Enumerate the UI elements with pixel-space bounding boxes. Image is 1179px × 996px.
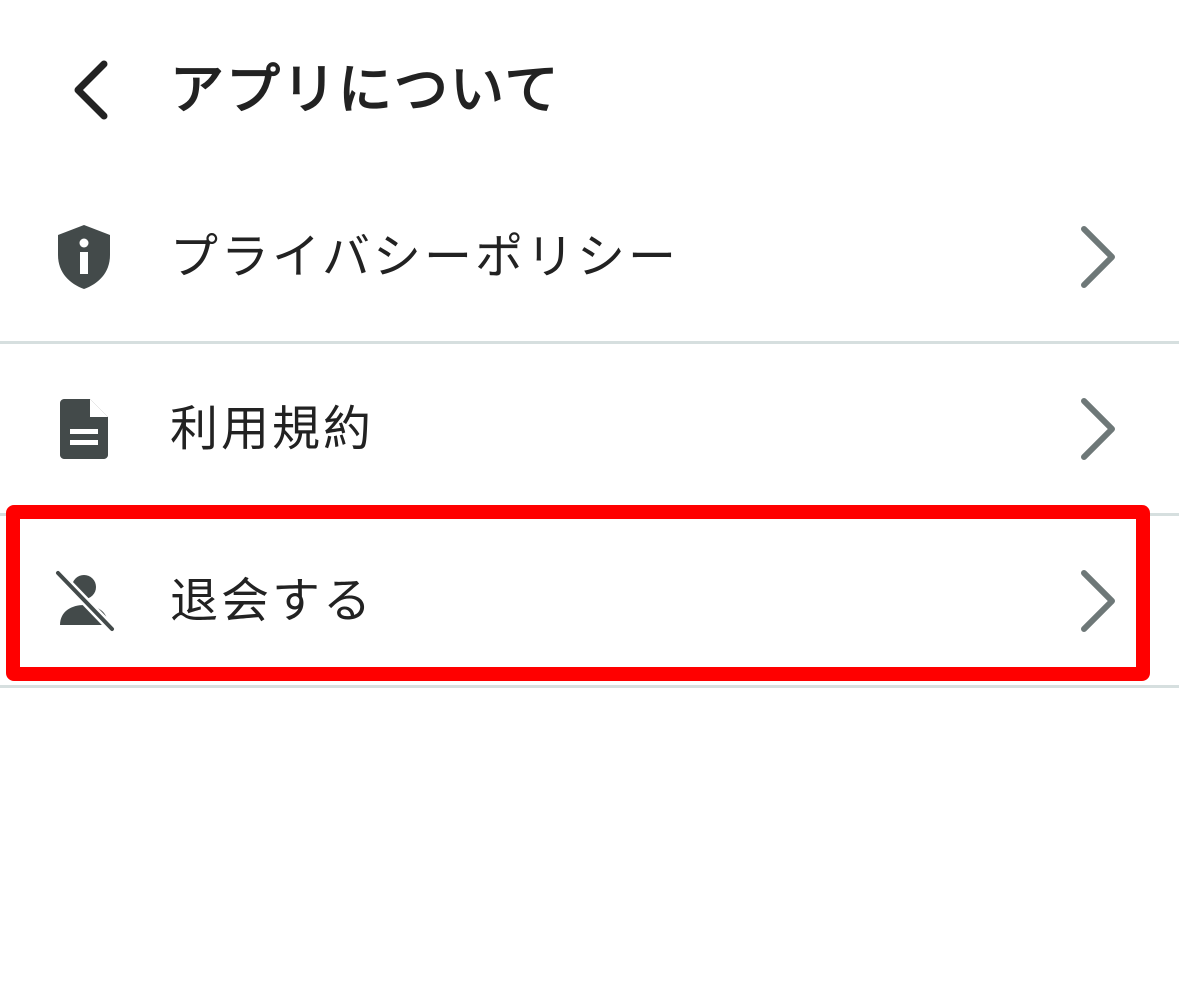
chevron-right-icon bbox=[1070, 393, 1126, 465]
menu-item-label: プライバシーポリシー bbox=[170, 228, 680, 285]
menu-item-label: 退会する bbox=[170, 572, 375, 629]
document-icon bbox=[48, 393, 120, 465]
page-title: アプリについて bbox=[170, 58, 561, 121]
person-off-icon bbox=[48, 565, 120, 637]
app-header: アプリについて bbox=[0, 0, 1179, 180]
menu-item-withdraw[interactable]: 退会する bbox=[0, 516, 1179, 688]
menu-list: プライバシーポリシー 利用規約 退会する bbox=[0, 172, 1179, 688]
chevron-right-icon bbox=[1070, 565, 1126, 637]
menu-item-privacy-policy[interactable]: プライバシーポリシー bbox=[0, 172, 1179, 344]
chevron-right-icon bbox=[1070, 221, 1126, 293]
chevron-left-icon bbox=[74, 60, 108, 120]
shield-info-icon bbox=[48, 221, 120, 293]
menu-item-terms[interactable]: 利用規約 bbox=[0, 344, 1179, 516]
back-button[interactable] bbox=[50, 50, 130, 130]
menu-item-label: 利用規約 bbox=[170, 400, 375, 457]
